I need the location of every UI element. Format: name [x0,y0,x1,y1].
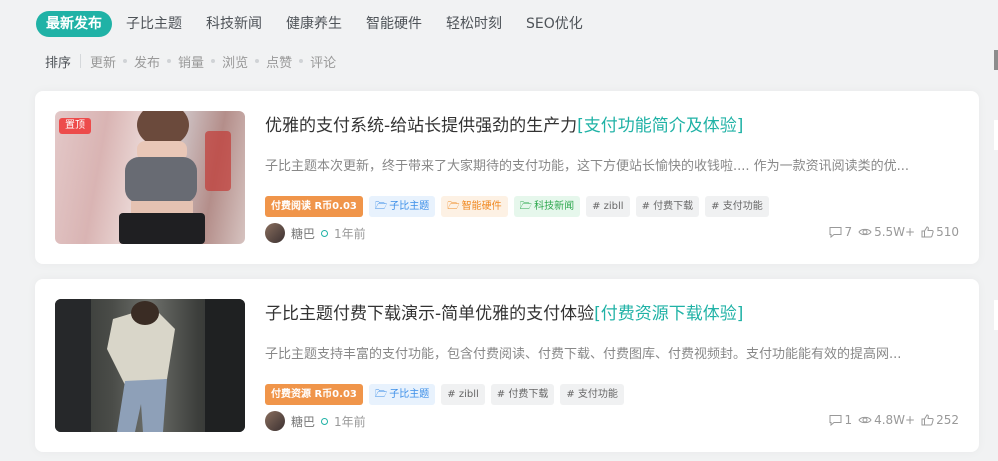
category-tag-label: 子比主题 [389,200,430,212]
post-thumbnail[interactable] [55,299,245,432]
category-tabs: 最新发布 子比主题 科技新闻 健康养生 智能硬件 轻松时刻 SEO优化 [36,11,607,37]
category-tag[interactable]: 🗁 智能硬件 [441,195,508,217]
avatar[interactable] [265,223,285,243]
category-tag-label: 科技新闻 [534,200,575,212]
post-stats: 7 5.5W+ 510 [823,225,959,239]
post-time: 1年前 [334,414,366,429]
hashtag[interactable]: # 支付功能 [560,383,624,405]
folder-icon: 🗁 [519,200,533,212]
sort-divider [80,54,82,68]
sort-sales[interactable]: 销量 [178,52,204,71]
view-count: 4.8W+ [858,413,915,427]
like-count[interactable]: 252 [921,413,959,427]
post-meta: 糖巴 1年前 [265,411,366,431]
comment-icon [829,227,842,238]
sort-published[interactable]: 发布 [134,52,160,71]
category-tag[interactable]: 🗁 子比主题 [368,383,436,405]
thumbs-up-icon [921,226,934,238]
category-tag[interactable]: 🗁 子比主题 [368,195,436,217]
like-count[interactable]: 510 [921,225,959,239]
post-time: 1年前 [334,226,366,241]
like-count-value: 252 [936,413,959,427]
sort-dot [123,59,128,63]
hashtag[interactable]: # 支付功能 [705,195,769,217]
folder-icon: 🗁 [374,388,388,400]
sort-dot [255,59,260,63]
scrollbar-thumb[interactable] [994,50,998,70]
post-title[interactable]: 优雅的支付系统-给站长提供强劲的生产力[支付功能简介及体验] [265,111,743,136]
post-title-highlight[interactable]: [支付功能简介及体验] [577,116,743,136]
comment-count-value: 1 [844,413,853,427]
author-name[interactable]: 糖巴 [291,413,315,430]
hashtag[interactable]: # 付费下载 [635,195,700,217]
sort-views[interactable]: 浏览 [222,52,248,71]
post-card: 子比主题付费下载演示-简单优雅的支付体验[付费资源下载体验] 子比主题支持丰富的… [35,279,979,452]
author-name[interactable]: 糖巴 [291,225,315,242]
tab-latest[interactable]: 最新发布 [36,11,112,37]
tab-seo[interactable]: SEO优化 [526,11,583,37]
hashtag[interactable]: # zibll [586,195,630,217]
clock-icon [321,229,329,237]
comment-icon [829,415,842,426]
post-title-text[interactable]: 子比主题付费下载演示-简单优雅的支付体验 [265,304,594,324]
view-count-value: 5.5W+ [874,225,916,239]
sidebar-edge [994,120,998,150]
sort-updated[interactable]: 更新 [90,52,116,71]
pay-tag[interactable]: 付费阅读 R币0.03 [265,195,363,217]
sort-likes[interactable]: 点赞 [266,52,292,71]
eye-icon [858,228,872,236]
thumbnail-figure [55,299,245,432]
post-thumbnail[interactable]: 置顶 [55,111,245,244]
folder-icon: 🗁 [447,200,460,212]
sidebar-edge [994,300,998,330]
thumbs-up-icon [921,414,934,426]
comment-count: 1 [829,413,852,427]
sort-label: 排序 [45,55,72,71]
tab-zibll-theme[interactable]: 子比主题 [126,11,182,37]
tab-health[interactable]: 健康养生 [286,11,342,37]
post-meta: 糖巴 1年前 [265,223,366,243]
pin-badge: 置顶 [59,118,91,134]
post-title[interactable]: 子比主题付费下载演示-简单优雅的支付体验[付费资源下载体验] [265,299,743,324]
eye-icon [858,416,872,424]
comment-count-value: 7 [844,225,853,239]
hashtag[interactable]: # 付费下载 [490,383,555,405]
post-card: 置顶 优雅的支付系统-给站长提供强劲的生产力[支付功能简介及体验] 子比主题本次… [35,91,979,264]
view-count: 5.5W+ [858,225,915,239]
tab-tech-news[interactable]: 科技新闻 [206,11,262,37]
sort-dot [299,59,304,63]
post-tags: 付费资源 R币0.03 🗁 子比主题 # zibll # 付费下载 # 支付功能 [265,383,630,405]
sort-comments[interactable]: 评论 [310,52,336,71]
category-tag[interactable]: 🗁 科技新闻 [513,195,581,217]
category-tag-label: 子比主题 [389,388,430,400]
post-excerpt: 子比主题本次更新，终于带来了大家期待的支付功能，这下方便站长愉快的收钱啦....… [265,159,910,174]
post-title-highlight[interactable]: [付费资源下载体验] [594,304,743,324]
post-tags: 付费阅读 R币0.03 🗁 子比主题 🗁 智能硬件 🗁 科技新闻 # zibll # … [265,195,775,217]
post-excerpt: 子比主题支持丰富的支付功能，包含付费阅读、付费下载、付费图库、付费视频封。支付功… [265,347,902,362]
hashtag[interactable]: # zibll [441,383,485,405]
clock-icon [321,417,329,425]
sort-bar: 排序 更新 发布 销量 浏览 点赞 评论 [45,52,336,71]
tab-relax[interactable]: 轻松时刻 [446,11,502,37]
folder-icon: 🗁 [374,200,388,212]
category-tag-label: 智能硬件 [461,200,502,212]
tab-smart-hardware[interactable]: 智能硬件 [366,11,422,37]
sort-dot [211,59,216,63]
sort-dot [167,59,172,63]
post-title-text[interactable]: 优雅的支付系统-给站长提供强劲的生产力 [265,116,577,136]
view-count-value: 4.8W+ [874,413,916,427]
avatar[interactable] [265,411,285,431]
pay-tag[interactable]: 付费资源 R币0.03 [265,383,363,405]
post-stats: 1 4.8W+ 252 [823,413,959,427]
like-count-value: 510 [936,225,959,239]
comment-count: 7 [829,225,852,239]
